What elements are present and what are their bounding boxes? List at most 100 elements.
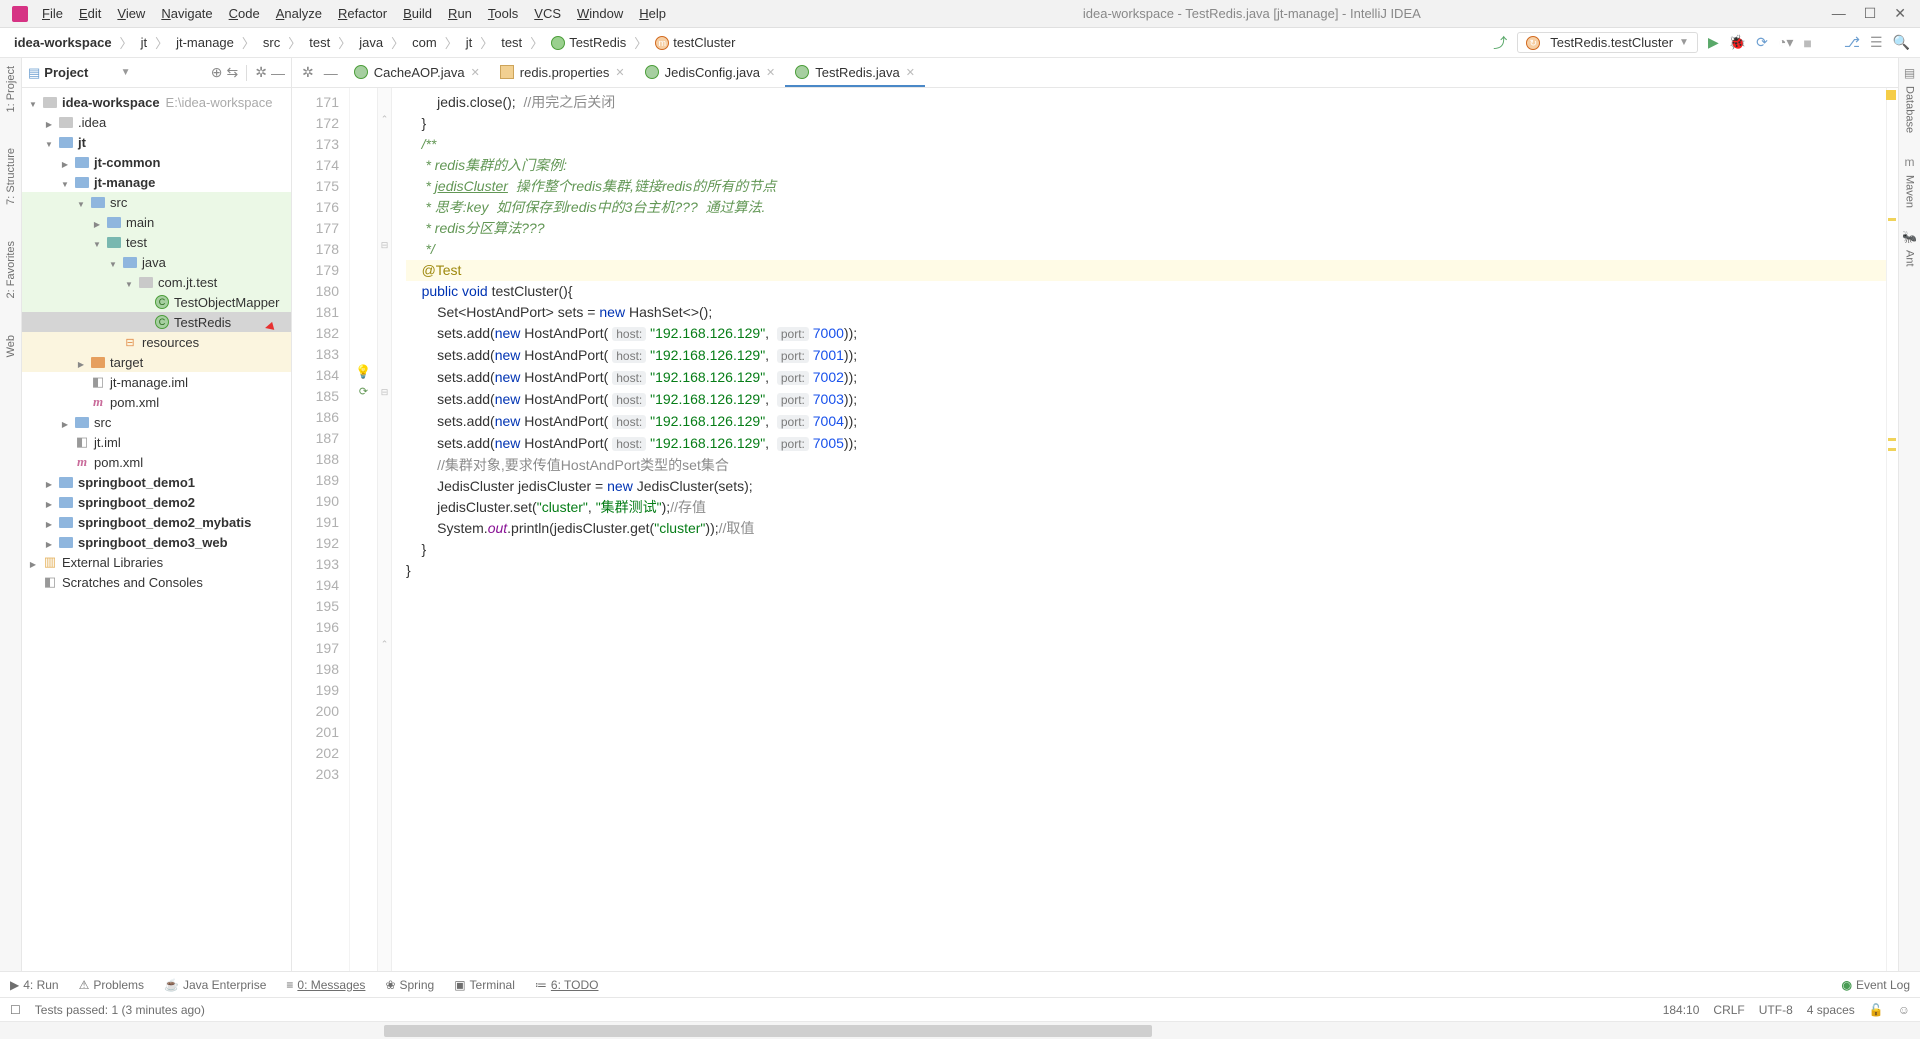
code-line[interactable]: jedis.close(); //用完之后关闭 <box>406 92 1886 113</box>
code-line[interactable]: jedisCluster.set("cluster", "集群测试");//存值 <box>406 497 1886 518</box>
todo-button[interactable]: ≔ 6: TODO <box>535 978 599 992</box>
terminal-button[interactable]: ▣ Terminal <box>454 978 515 992</box>
expand-icon[interactable]: ⇆ <box>227 64 239 81</box>
tree-node[interactable]: mpom.xml <box>22 392 291 412</box>
code-line[interactable]: //集群对象,要求传值HostAndPort类型的set集合 <box>406 455 1886 476</box>
right-rail-ant[interactable]: Ant <box>1904 250 1916 267</box>
tree-node[interactable]: springboot_demo3_web <box>22 532 291 552</box>
tree-node[interactable]: springboot_demo2_mybatis <box>22 512 291 532</box>
hide-button[interactable]: — <box>324 65 338 81</box>
code-line[interactable]: */ <box>406 239 1886 260</box>
tree-node[interactable]: com.jt.test <box>22 272 291 292</box>
tree-expander[interactable] <box>44 115 54 130</box>
tree-expander[interactable] <box>60 415 70 430</box>
breadcrumb-item[interactable]: com <box>408 33 441 52</box>
tree-node[interactable]: .idea <box>22 112 291 132</box>
tree-expander[interactable] <box>108 255 118 270</box>
java-ee-button[interactable]: ☕ Java Enterprise <box>164 978 266 992</box>
breadcrumb-item[interactable]: java <box>355 33 387 52</box>
close-button[interactable]: ✕ <box>1894 5 1906 22</box>
tree-expander[interactable] <box>44 515 54 530</box>
tree-expander[interactable] <box>124 275 134 290</box>
right-rail-icon[interactable]: ▤ <box>1904 66 1915 80</box>
stop-button[interactable]: ■ <box>1803 35 1811 51</box>
tree-expander[interactable] <box>44 495 54 510</box>
breadcrumb-item[interactable]: jt-manage <box>172 33 238 52</box>
tree-node[interactable]: ◧jt.iml <box>22 432 291 452</box>
fold-toggle[interactable]: ⊟ <box>381 387 389 397</box>
breadcrumb-item[interactable]: idea-workspace <box>10 33 116 52</box>
tree-node[interactable]: springboot_demo2 <box>22 492 291 512</box>
code-line[interactable]: } <box>406 539 1886 560</box>
spring-button[interactable]: ❀ Spring <box>385 978 434 992</box>
tree-node[interactable]: CTestRedis◄ <box>22 312 291 332</box>
tree-node[interactable]: mpom.xml <box>22 452 291 472</box>
code-line[interactable]: Set<HostAndPort> sets = new HashSet<>(); <box>406 302 1886 323</box>
right-rail-database[interactable]: Database <box>1904 86 1916 133</box>
menu-view[interactable]: View <box>111 4 151 23</box>
menu-build[interactable]: Build <box>397 4 438 23</box>
tree-node[interactable]: src <box>22 192 291 212</box>
code-line[interactable]: * 思考:key 如何保存到redis中的3台主机??? 通过算法. <box>406 197 1886 218</box>
tree-node[interactable]: ▥External Libraries <box>22 552 291 572</box>
tree-expander[interactable] <box>44 535 54 550</box>
menu-help[interactable]: Help <box>633 4 672 23</box>
run-button[interactable]: ▶ <box>1708 34 1719 51</box>
breadcrumb-item[interactable]: jt <box>137 33 152 52</box>
project-tree[interactable]: idea-workspaceE:\idea-workspace.ideajtjt… <box>22 88 291 971</box>
tab-redis-properties[interactable]: redis.properties✕ <box>490 59 635 87</box>
code-line[interactable]: * jedisCluster 操作整个redis集群,链接redis的所有的节点 <box>406 176 1886 197</box>
menu-code[interactable]: Code <box>223 4 266 23</box>
hide-button[interactable]: — <box>271 65 285 81</box>
code-line[interactable]: sets.add(new HostAndPort( host: "192.168… <box>406 323 1886 345</box>
code-line[interactable]: sets.add(new HostAndPort( host: "192.168… <box>406 367 1886 389</box>
close-icon[interactable]: ✕ <box>906 66 915 79</box>
left-rail-project[interactable]: 1: Project <box>5 66 17 112</box>
run-config-selector[interactable]: ↻ TestRedis.testCluster ▼ <box>1517 32 1698 53</box>
code-line[interactable]: * redis集群的入门案例: <box>406 155 1886 176</box>
breadcrumb-item[interactable]: jt <box>462 33 477 52</box>
profile-button[interactable]: ◔▾ <box>1778 34 1793 51</box>
tree-expander[interactable] <box>92 235 102 250</box>
breadcrumb-item[interactable]: test <box>305 33 334 52</box>
code-line[interactable]: public void testCluster(){ <box>406 281 1886 302</box>
tree-expander[interactable] <box>92 215 102 230</box>
tree-node[interactable]: java <box>22 252 291 272</box>
tree-expander[interactable] <box>76 195 86 210</box>
menu-vcs[interactable]: VCS <box>528 4 567 23</box>
problems-button[interactable]: ⚠ Problems <box>79 978 144 992</box>
left-rail-web[interactable]: Web <box>5 335 17 357</box>
code-line[interactable]: sets.add(new HostAndPort( host: "192.168… <box>406 389 1886 411</box>
right-rail-icon[interactable]: m <box>1905 155 1915 169</box>
tab-testredis-java[interactable]: TestRedis.java✕ <box>785 59 925 87</box>
code-line[interactable]: sets.add(new HostAndPort( host: "192.168… <box>406 345 1886 367</box>
tree-node[interactable]: springboot_demo1 <box>22 472 291 492</box>
run-toolwindow-button[interactable]: ▶ 4: Run <box>10 978 59 992</box>
code-line[interactable]: System.out.println(jedisCluster.get("clu… <box>406 518 1886 539</box>
breadcrumb-item[interactable]: src <box>259 33 284 52</box>
code-line[interactable]: * redis分区算法??? <box>406 218 1886 239</box>
maximize-button[interactable]: ☐ <box>1864 5 1877 22</box>
left-rail-favorites[interactable]: 2: Favorites <box>5 241 17 298</box>
intention-bulb-icon[interactable]: 💡 <box>355 364 371 379</box>
close-icon[interactable]: ✕ <box>471 66 480 79</box>
tree-expander[interactable] <box>60 155 70 170</box>
left-rail-structure[interactable]: 7: Structure <box>5 148 17 205</box>
menu-analyze[interactable]: Analyze <box>270 4 328 23</box>
tab-cacheaop-java[interactable]: CacheAOP.java✕ <box>344 59 490 87</box>
chevron-down-icon[interactable]: ▼ <box>121 67 131 78</box>
fold-toggle[interactable]: ⌃ <box>381 114 389 124</box>
tree-node[interactable]: test <box>22 232 291 252</box>
build-icon[interactable]: ⤴ <box>1493 33 1507 53</box>
vcs-icon[interactable]: ⎇ <box>1844 34 1860 51</box>
tree-node[interactable]: ⊟resources <box>22 332 291 352</box>
menu-tools[interactable]: Tools <box>482 4 524 23</box>
inspection-icon[interactable]: ☺ <box>1898 1003 1910 1017</box>
fold-toggle[interactable]: ⌃ <box>381 639 389 649</box>
gear-icon[interactable]: ✲ <box>255 64 267 81</box>
menu-window[interactable]: Window <box>571 4 629 23</box>
caret-position[interactable]: 184:10 <box>1663 1003 1700 1017</box>
code-line[interactable]: sets.add(new HostAndPort( host: "192.168… <box>406 411 1886 433</box>
readonly-icon[interactable]: 🔓 <box>1869 1003 1884 1017</box>
tree-expander[interactable] <box>60 175 70 190</box>
